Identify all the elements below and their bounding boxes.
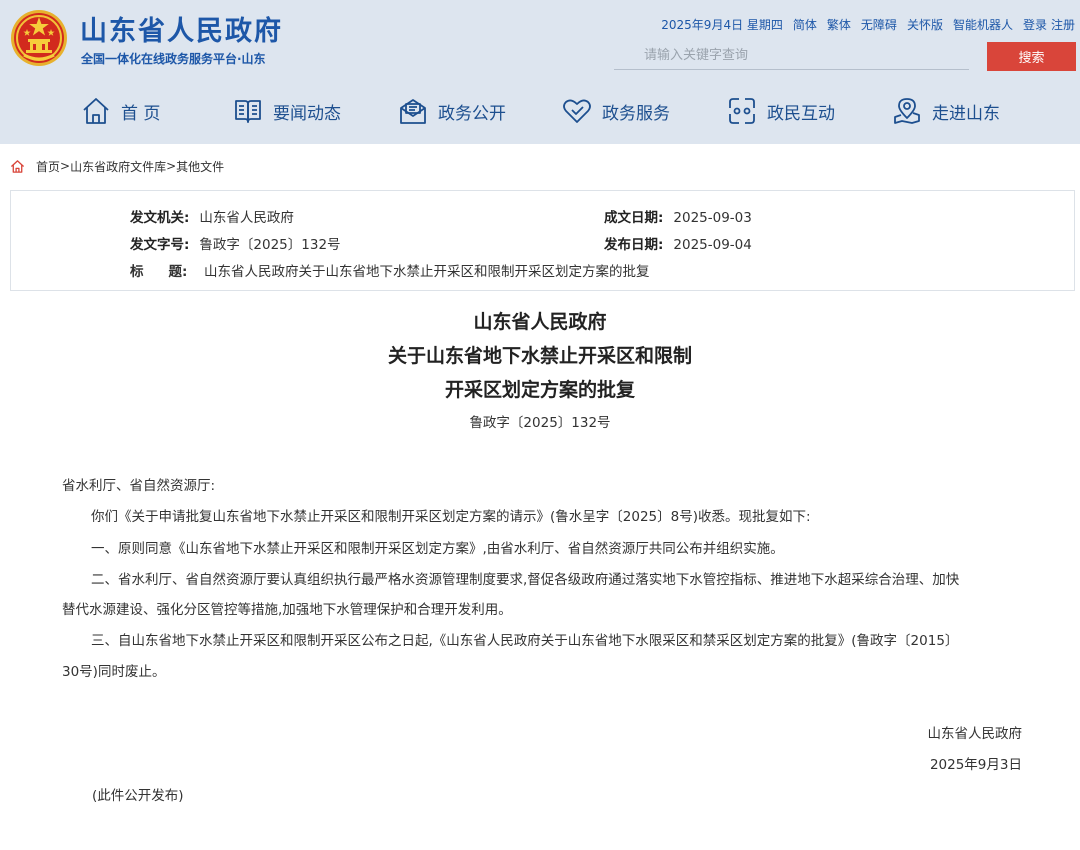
document-metadata-box: 发文机关: 山东省人民政府 发文字号: 鲁政字〔2025〕132号 标 题: 山东省人民… — [10, 190, 1075, 291]
signing-date: 2025年9月3日 — [929, 757, 1022, 773]
created-date-value: 2025-09-03 — [673, 210, 752, 226]
register-link[interactable]: 注册 — [1051, 16, 1075, 33]
main-navigation: 首 页 要闻动态 政务公开 政务服务 政民互动 走进山东 — [0, 92, 1080, 130]
title-label: 标 题: — [130, 260, 194, 280]
nav-label: 政务公开 — [438, 103, 506, 124]
document-paragraph: 你们《关于申请批复山东省地下水禁止开采区和限制开采区划定方案的请示》(鲁水呈字〔… — [91, 509, 811, 525]
login-link[interactable]: 登录 — [1023, 16, 1047, 33]
search-button[interactable]: 搜索 — [987, 42, 1076, 71]
document-paragraph: 一、原则同意《山东省地下水禁止开采区和限制开采区划定方案》,由省水利厅、省自然资… — [91, 541, 784, 557]
document-paragraph: 30号)同时废止。 — [62, 664, 166, 680]
publication-note: (此件公开发布) — [92, 788, 184, 804]
heart-icon — [563, 99, 591, 123]
traditional-chinese-link[interactable]: 繁体 — [827, 16, 851, 33]
simplified-chinese-link[interactable]: 简体 — [793, 16, 817, 33]
published-date-value: 2025-09-04 — [673, 237, 752, 253]
issuer-row: 发文机关: 山东省人民政府 — [130, 206, 294, 226]
nav-label: 政民互动 — [767, 103, 835, 124]
top-utility-bar: 2025年9月4日 星期四 简体 繁体 无障碍 关怀版 智能机器人 登录 注册 — [661, 15, 1075, 33]
home-icon — [83, 98, 109, 124]
nav-item-news[interactable]: 要闻动态 — [233, 92, 341, 130]
nav-label: 走进山东 — [932, 103, 1000, 124]
document-salutation: 省水利厅、省自然资源厅: — [62, 478, 216, 494]
open-mail-icon — [400, 99, 426, 124]
doc-number-value: 鲁政字〔2025〕132号 — [199, 237, 341, 253]
interaction-icon — [729, 98, 755, 124]
document-title-line: 关于山东省地下水禁止开采区和限制 — [387, 345, 692, 367]
home-icon[interactable] — [10, 159, 25, 174]
title-label-part: 标 — [130, 264, 144, 280]
signing-authority: 山东省人民政府 — [927, 726, 1023, 742]
accessibility-link[interactable]: 无障碍 — [861, 16, 897, 33]
current-date: 2025年9月4日 星期四 — [661, 17, 783, 32]
title-value: 山东省人民政府关于山东省地下水禁止开采区和限制开采区划定方案的批复 — [204, 264, 650, 280]
title-row: 标 题: 山东省人民政府关于山东省地下水禁止开采区和限制开采区划定方案的批复 — [130, 260, 650, 280]
nav-label: 要闻动态 — [273, 103, 341, 124]
issuer-value: 山东省人民政府 — [199, 210, 294, 226]
nav-item-government-affairs[interactable]: 政务公开 — [398, 92, 506, 130]
document-paragraph: 替代水源建设、强化分区管控等措施,加强地下水管理保护和合理开发利用。 — [62, 602, 512, 618]
document-title-line: 开采区划定方案的批复 — [444, 379, 635, 401]
breadcrumb-document-library[interactable]: 山东省政府文件库 — [70, 158, 166, 175]
site-header: 山东省人民政府 全国一体化在线政务服务平台·山东 2025年9月4日 星期四 简… — [0, 0, 1080, 144]
nav-item-about-shandong[interactable]: 走进山东 — [892, 92, 1000, 130]
created-date-label: 成文日期: — [604, 210, 664, 226]
created-date-row: 成文日期: 2025-09-03 — [604, 206, 752, 226]
published-date-label: 发布日期: — [604, 237, 664, 253]
nav-item-government-services[interactable]: 政务服务 — [562, 92, 670, 130]
doc-number-label: 发文字号: — [130, 237, 190, 253]
breadcrumb-other-documents[interactable]: 其他文件 — [176, 158, 224, 175]
breadcrumb-separator: > — [60, 159, 71, 173]
breadcrumb-separator: > — [166, 159, 177, 173]
smart-robot-link[interactable]: 智能机器人 — [953, 16, 1013, 33]
site-subtitle[interactable]: 全国一体化在线政务服务平台·山东 — [81, 50, 266, 67]
breadcrumb: 首页 > 山东省政府文件库 > 其他文件 — [10, 157, 224, 175]
document-paragraph: 二、省水利厅、省自然资源厅要认真组织执行最严格水资源管理制度要求,督促各级政府通… — [91, 572, 960, 588]
nav-item-public-interaction[interactable]: 政民互动 — [727, 92, 835, 130]
nav-label: 政务服务 — [602, 103, 670, 124]
search-input[interactable] — [614, 42, 969, 70]
doc-number-row: 发文字号: 鲁政字〔2025〕132号 — [130, 233, 341, 253]
book-icon — [235, 100, 261, 123]
elderly-care-mode-link[interactable]: 关怀版 — [907, 16, 943, 33]
site-title[interactable]: 山东省人民政府 — [80, 9, 283, 48]
breadcrumb-home[interactable]: 首页 — [36, 158, 60, 175]
nav-item-home[interactable]: 首 页 — [81, 92, 160, 130]
nav-label: 首 页 — [121, 103, 161, 124]
title-label-part: 题: — [168, 264, 188, 280]
national-emblem-icon — [11, 10, 67, 66]
location-icon — [894, 98, 920, 124]
document-paragraph: 三、自山东省地下水禁止开采区和限制开采区公布之日起,《山东省人民政府关于山东省地… — [91, 633, 959, 649]
document-number: 鲁政字〔2025〕132号 — [469, 415, 611, 431]
published-date-row: 发布日期: 2025-09-04 — [604, 233, 752, 253]
document-title-line: 山东省人民政府 — [473, 311, 607, 333]
issuer-label: 发文机关: — [130, 210, 190, 226]
